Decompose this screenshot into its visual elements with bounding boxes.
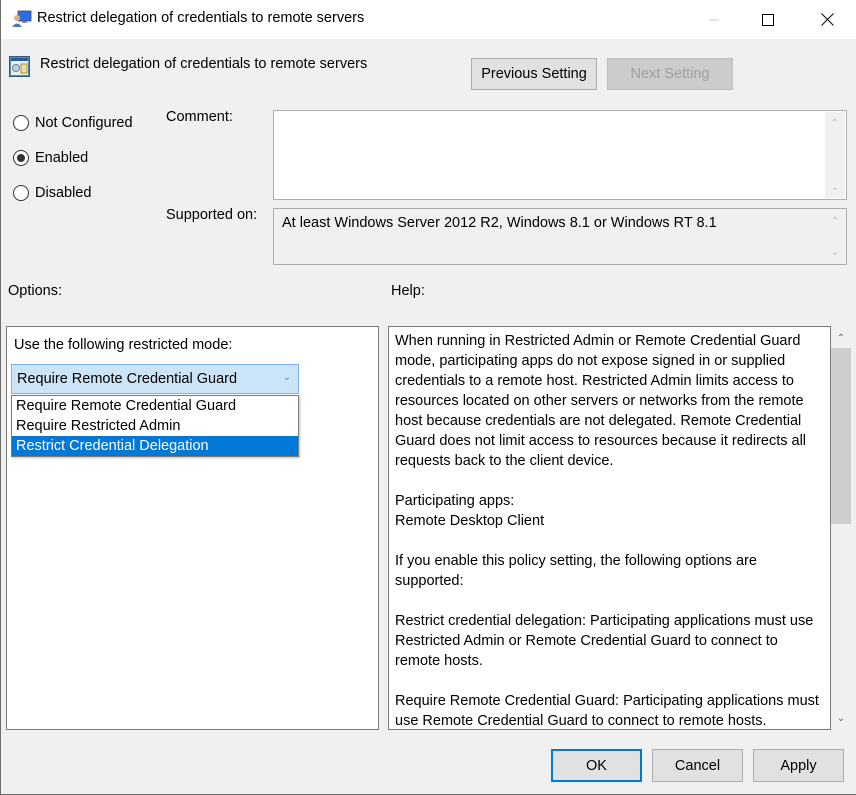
- scroll-down-icon[interactable]: ⌄: [831, 708, 851, 728]
- minimize-icon: [709, 19, 719, 20]
- radio-not-configured[interactable]: Not Configured: [13, 115, 133, 131]
- cancel-button[interactable]: Cancel: [652, 749, 743, 782]
- restricted-mode-label: Use the following restricted mode:: [14, 337, 233, 353]
- radio-label: Disabled: [35, 185, 92, 201]
- window-title: Restrict delegation of credentials to re…: [37, 10, 365, 26]
- dropdown-option[interactable]: Restrict Credential Delegation: [12, 436, 298, 456]
- comment-input[interactable]: ⌃ ⌄: [273, 110, 847, 200]
- help-panel: When running in Restricted Admin or Remo…: [388, 326, 831, 730]
- restricted-mode-combobox[interactable]: Require Remote Credential Guard ⌄: [11, 364, 299, 394]
- radio-label: Not Configured: [35, 115, 133, 131]
- radio-button[interactable]: [13, 185, 29, 201]
- group-policy-app-icon: [12, 10, 32, 27]
- supported-scrollbar[interactable]: ⌃ ⌄: [825, 210, 845, 263]
- next-setting-button: Next Setting: [607, 58, 733, 90]
- supported-on-field: At least Windows Server 2012 R2, Windows…: [273, 208, 847, 265]
- policy-dialog: Restrict delegation of credentials to re…: [0, 0, 856, 795]
- scroll-down-icon[interactable]: ⌄: [825, 243, 845, 261]
- policy-title: Restrict delegation of credentials to re…: [40, 56, 368, 72]
- options-label: Options:: [8, 283, 62, 299]
- combobox-value: Require Remote Credential Guard: [17, 371, 238, 387]
- scroll-up-icon[interactable]: ⌃: [825, 114, 845, 132]
- dropdown-option[interactable]: Require Remote Credential Guard: [12, 396, 298, 416]
- scrollbar-thumb[interactable]: [831, 348, 851, 524]
- supported-on-label: Supported on:: [166, 207, 258, 223]
- close-icon: [820, 13, 834, 26]
- scroll-up-icon[interactable]: ⌃: [831, 328, 851, 348]
- maximize-icon: [762, 13, 774, 26]
- policy-setting-icon: [9, 56, 30, 77]
- chevron-down-icon[interactable]: ⌄: [283, 372, 291, 383]
- scroll-up-icon[interactable]: ⌃: [825, 212, 845, 230]
- restricted-mode-dropdown-list: Require Remote Credential Guard Require …: [11, 395, 299, 457]
- comment-scrollbar[interactable]: ⌃ ⌄: [825, 112, 845, 198]
- title-bar[interactable]: Restrict delegation of credentials to re…: [1, 0, 856, 39]
- radio-enabled[interactable]: Enabled: [13, 150, 88, 166]
- previous-setting-button[interactable]: Previous Setting: [471, 58, 597, 90]
- radio-button[interactable]: [13, 115, 29, 131]
- minimize-button[interactable]: [685, 0, 743, 39]
- comment-label: Comment:: [166, 109, 233, 125]
- help-label: Help:: [391, 283, 425, 299]
- radio-button[interactable]: [13, 150, 29, 166]
- scroll-down-icon[interactable]: ⌄: [825, 178, 845, 196]
- help-scrollbar[interactable]: ⌃ ⌄: [831, 326, 851, 730]
- ok-button[interactable]: OK: [551, 749, 642, 782]
- dropdown-option[interactable]: Require Restricted Admin: [12, 416, 298, 436]
- maximize-button[interactable]: [739, 0, 797, 39]
- apply-button[interactable]: Apply: [753, 749, 844, 782]
- help-text: When running in Restricted Admin or Remo…: [395, 333, 819, 729]
- supported-on-value: At least Windows Server 2012 R2, Windows…: [282, 215, 717, 231]
- close-button[interactable]: [798, 0, 856, 39]
- radio-label: Enabled: [35, 150, 89, 166]
- radio-disabled[interactable]: Disabled: [13, 185, 91, 201]
